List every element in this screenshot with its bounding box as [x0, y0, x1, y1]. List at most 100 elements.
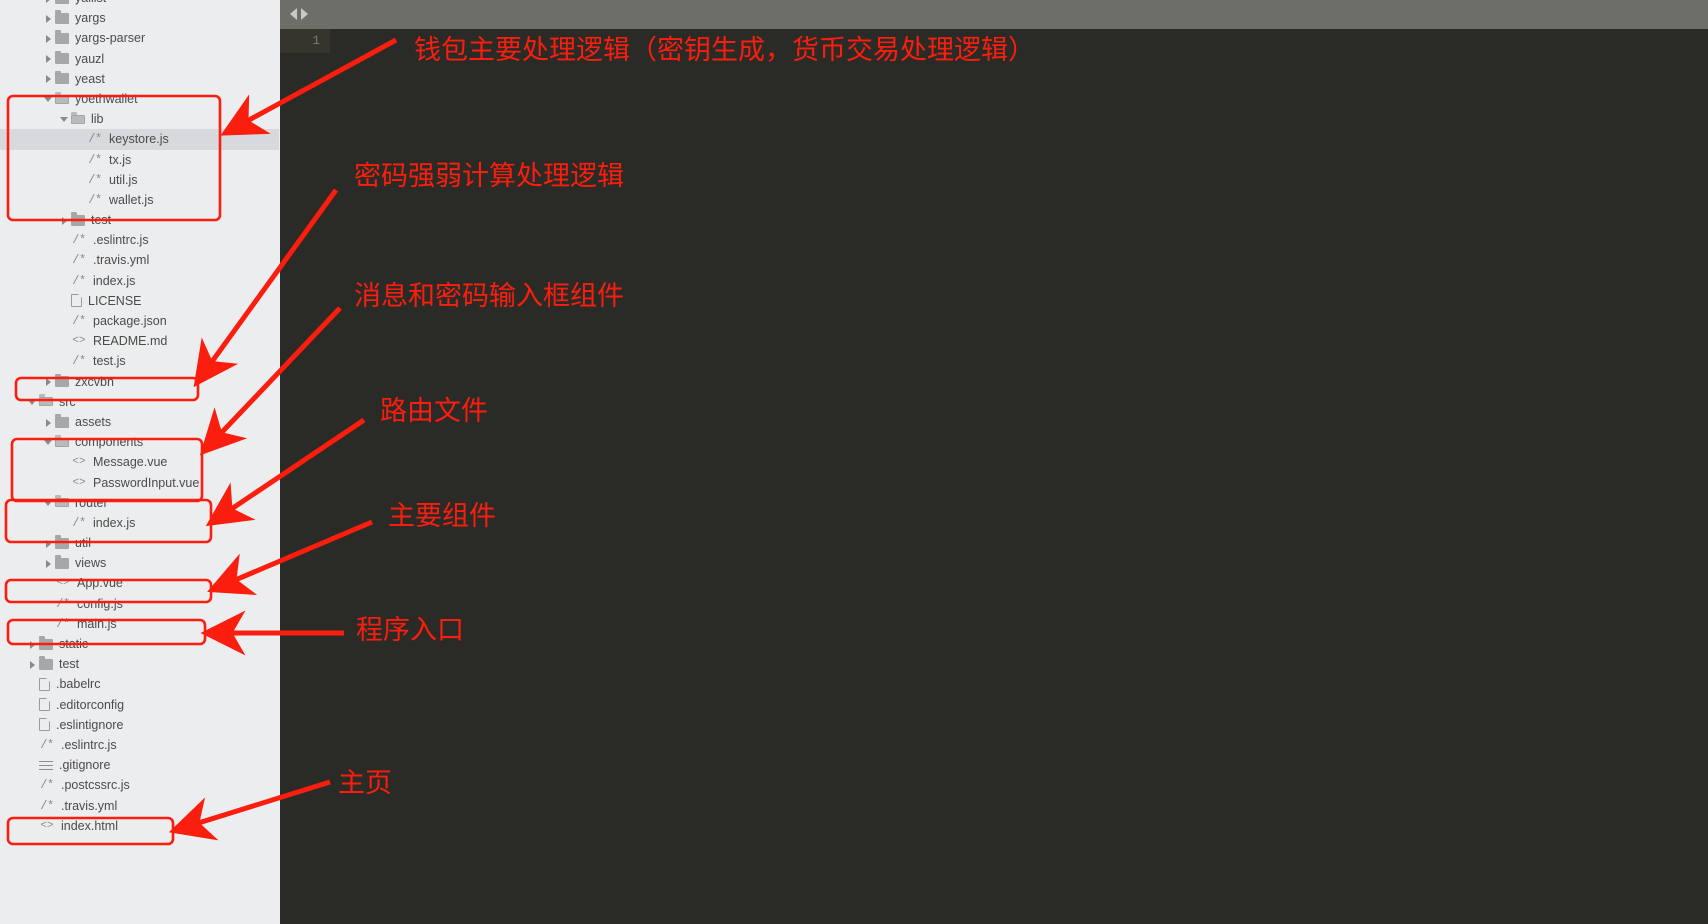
- annotation-label: 主要组件: [388, 501, 496, 532]
- chevron-right-icon[interactable]: [44, 34, 53, 43]
- folder-closed-icon: [71, 212, 85, 226]
- tree-row[interactable]: /* index.js: [0, 271, 293, 291]
- tree-row[interactable]: /* util.js: [0, 170, 293, 190]
- tree-row[interactable]: yoethwallet: [0, 89, 293, 109]
- tree-row[interactable]: yeast: [0, 69, 293, 89]
- tree-row[interactable]: LICENSE: [0, 291, 293, 311]
- js-file-icon: /*: [72, 253, 86, 268]
- tree-row[interactable]: test: [0, 654, 293, 674]
- plain-file-icon: [39, 698, 50, 712]
- editor-nav-arrows[interactable]: [290, 8, 308, 20]
- nav-back-arrow-icon[interactable]: [290, 8, 297, 20]
- tree-row[interactable]: /* config.js: [0, 594, 293, 614]
- tree-row[interactable]: .gitignore: [0, 755, 293, 775]
- chevron-right-icon[interactable]: [44, 559, 53, 568]
- tree-row[interactable]: /* index.js: [0, 513, 293, 533]
- tree-row[interactable]: /* .eslintrc.js: [0, 735, 293, 755]
- js-file-icon: /*: [88, 132, 102, 147]
- tree-row[interactable]: /* .travis.yml: [0, 250, 293, 270]
- chevron-right-icon[interactable]: [44, 539, 53, 548]
- tree-toggle-placeholder: [60, 236, 69, 245]
- tree-row[interactable]: assets: [0, 412, 293, 432]
- tree-row[interactable]: <> README.md: [0, 331, 293, 351]
- tree-row[interactable]: zxcvbn: [0, 372, 293, 392]
- tree-toggle-placeholder: [76, 175, 85, 184]
- folder-open-icon: [39, 394, 53, 407]
- chevron-right-icon[interactable]: [44, 14, 53, 23]
- nav-forward-arrow-icon[interactable]: [301, 8, 308, 20]
- tree-toggle-placeholder: [28, 741, 37, 750]
- file-explorer-panel[interactable]: yallist yargs yargs-parser yauzl yeast yoethw…: [0, 0, 293, 924]
- chevron-right-icon[interactable]: [28, 640, 37, 649]
- tree-row[interactable]: views: [0, 553, 293, 573]
- folder-open-icon: [55, 495, 69, 508]
- tree-row[interactable]: yallist: [0, 0, 293, 8]
- tree-row-label: yargs: [75, 11, 106, 26]
- chevron-right-icon[interactable]: [44, 74, 53, 84]
- tree-row-label: LICENSE: [88, 293, 142, 308]
- tree-row[interactable]: /* main.js: [0, 614, 293, 634]
- tree-row-label: App.vue: [77, 576, 123, 591]
- chevron-right-icon[interactable]: [44, 377, 53, 387]
- tree-row[interactable]: test: [0, 210, 293, 230]
- js-file-icon: /*: [88, 172, 102, 187]
- chevron-down-icon[interactable]: [28, 397, 37, 406]
- chevron-right-icon[interactable]: [44, 0, 53, 3]
- tree-toggle-placeholder: [60, 357, 69, 366]
- tree-row-label: .travis.yml: [93, 253, 150, 268]
- tree-row[interactable]: /* .postcssrc.js: [0, 775, 293, 795]
- annotation-label: 路由文件: [380, 396, 488, 427]
- file-tree[interactable]: yallist yargs yargs-parser yauzl yeast yoethw…: [0, 0, 293, 836]
- tree-row-label: static: [59, 637, 89, 651]
- tree-row[interactable]: yargs-parser: [0, 28, 293, 48]
- tree-row-label: README.md: [93, 334, 168, 349]
- tree-toggle-placeholder: [44, 599, 53, 608]
- folder-closed-icon: [55, 0, 69, 4]
- chevron-down-icon[interactable]: [44, 438, 53, 447]
- tree-row[interactable]: yargs: [0, 8, 293, 28]
- tree-row[interactable]: /* package.json: [0, 311, 293, 331]
- tree-row-label: util.js: [109, 172, 138, 187]
- folder-closed-icon: [55, 70, 69, 85]
- tree-toggle-placeholder: [28, 680, 37, 689]
- tree-row-label: tx.js: [109, 152, 132, 167]
- tree-row[interactable]: router: [0, 493, 293, 513]
- tree-row[interactable]: /* .travis.yml: [0, 796, 293, 816]
- editor-panel[interactable]: 1: [280, 0, 1708, 924]
- markup-file-icon: <>: [72, 476, 86, 489]
- tree-row[interactable]: <> index.html: [0, 816, 293, 836]
- markup-file-icon: <>: [56, 577, 70, 590]
- chevron-down-icon[interactable]: [44, 498, 53, 507]
- tree-row[interactable]: <> PasswordInput.vue: [0, 473, 293, 493]
- tree-row[interactable]: /* tx.js: [0, 150, 293, 170]
- tree-row[interactable]: src: [0, 392, 293, 412]
- tree-row[interactable]: /* wallet.js: [0, 190, 293, 210]
- tree-row[interactable]: /* test.js: [0, 351, 293, 371]
- tree-row[interactable]: <> Message.vue: [0, 452, 293, 472]
- tree-row[interactable]: util: [0, 533, 293, 553]
- tree-row[interactable]: .eslintignore: [0, 715, 293, 735]
- tree-row[interactable]: lib: [0, 109, 293, 129]
- tree-toggle-placeholder: [60, 317, 69, 326]
- chevron-down-icon[interactable]: [60, 115, 69, 124]
- tree-row[interactable]: yauzl: [0, 49, 293, 69]
- tree-row[interactable]: components: [0, 432, 293, 452]
- tree-row-label: test.js: [93, 354, 126, 369]
- tree-row[interactable]: <> App.vue: [0, 573, 293, 593]
- editor-tab-bar[interactable]: [280, 0, 1708, 29]
- tree-row[interactable]: .editorconfig: [0, 695, 293, 715]
- tree-row-label: views: [75, 556, 107, 571]
- tree-row-label: .eslintrc.js: [93, 233, 149, 248]
- tree-toggle-placeholder: [76, 195, 85, 204]
- chevron-right-icon[interactable]: [44, 418, 53, 427]
- chevron-right-icon[interactable]: [28, 660, 37, 669]
- chevron-right-icon[interactable]: [44, 54, 53, 64]
- chevron-right-icon[interactable]: [60, 216, 69, 225]
- tree-row[interactable]: .babelrc: [0, 674, 293, 694]
- tree-row[interactable]: /* .eslintrc.js: [0, 230, 293, 250]
- chevron-down-icon[interactable]: [44, 95, 53, 104]
- plain-file-icon: [39, 677, 50, 691]
- tree-row[interactable]: static: [0, 634, 293, 654]
- js-file-icon: /*: [40, 798, 54, 813]
- tree-row[interactable]: /* keystore.js: [0, 129, 293, 150]
